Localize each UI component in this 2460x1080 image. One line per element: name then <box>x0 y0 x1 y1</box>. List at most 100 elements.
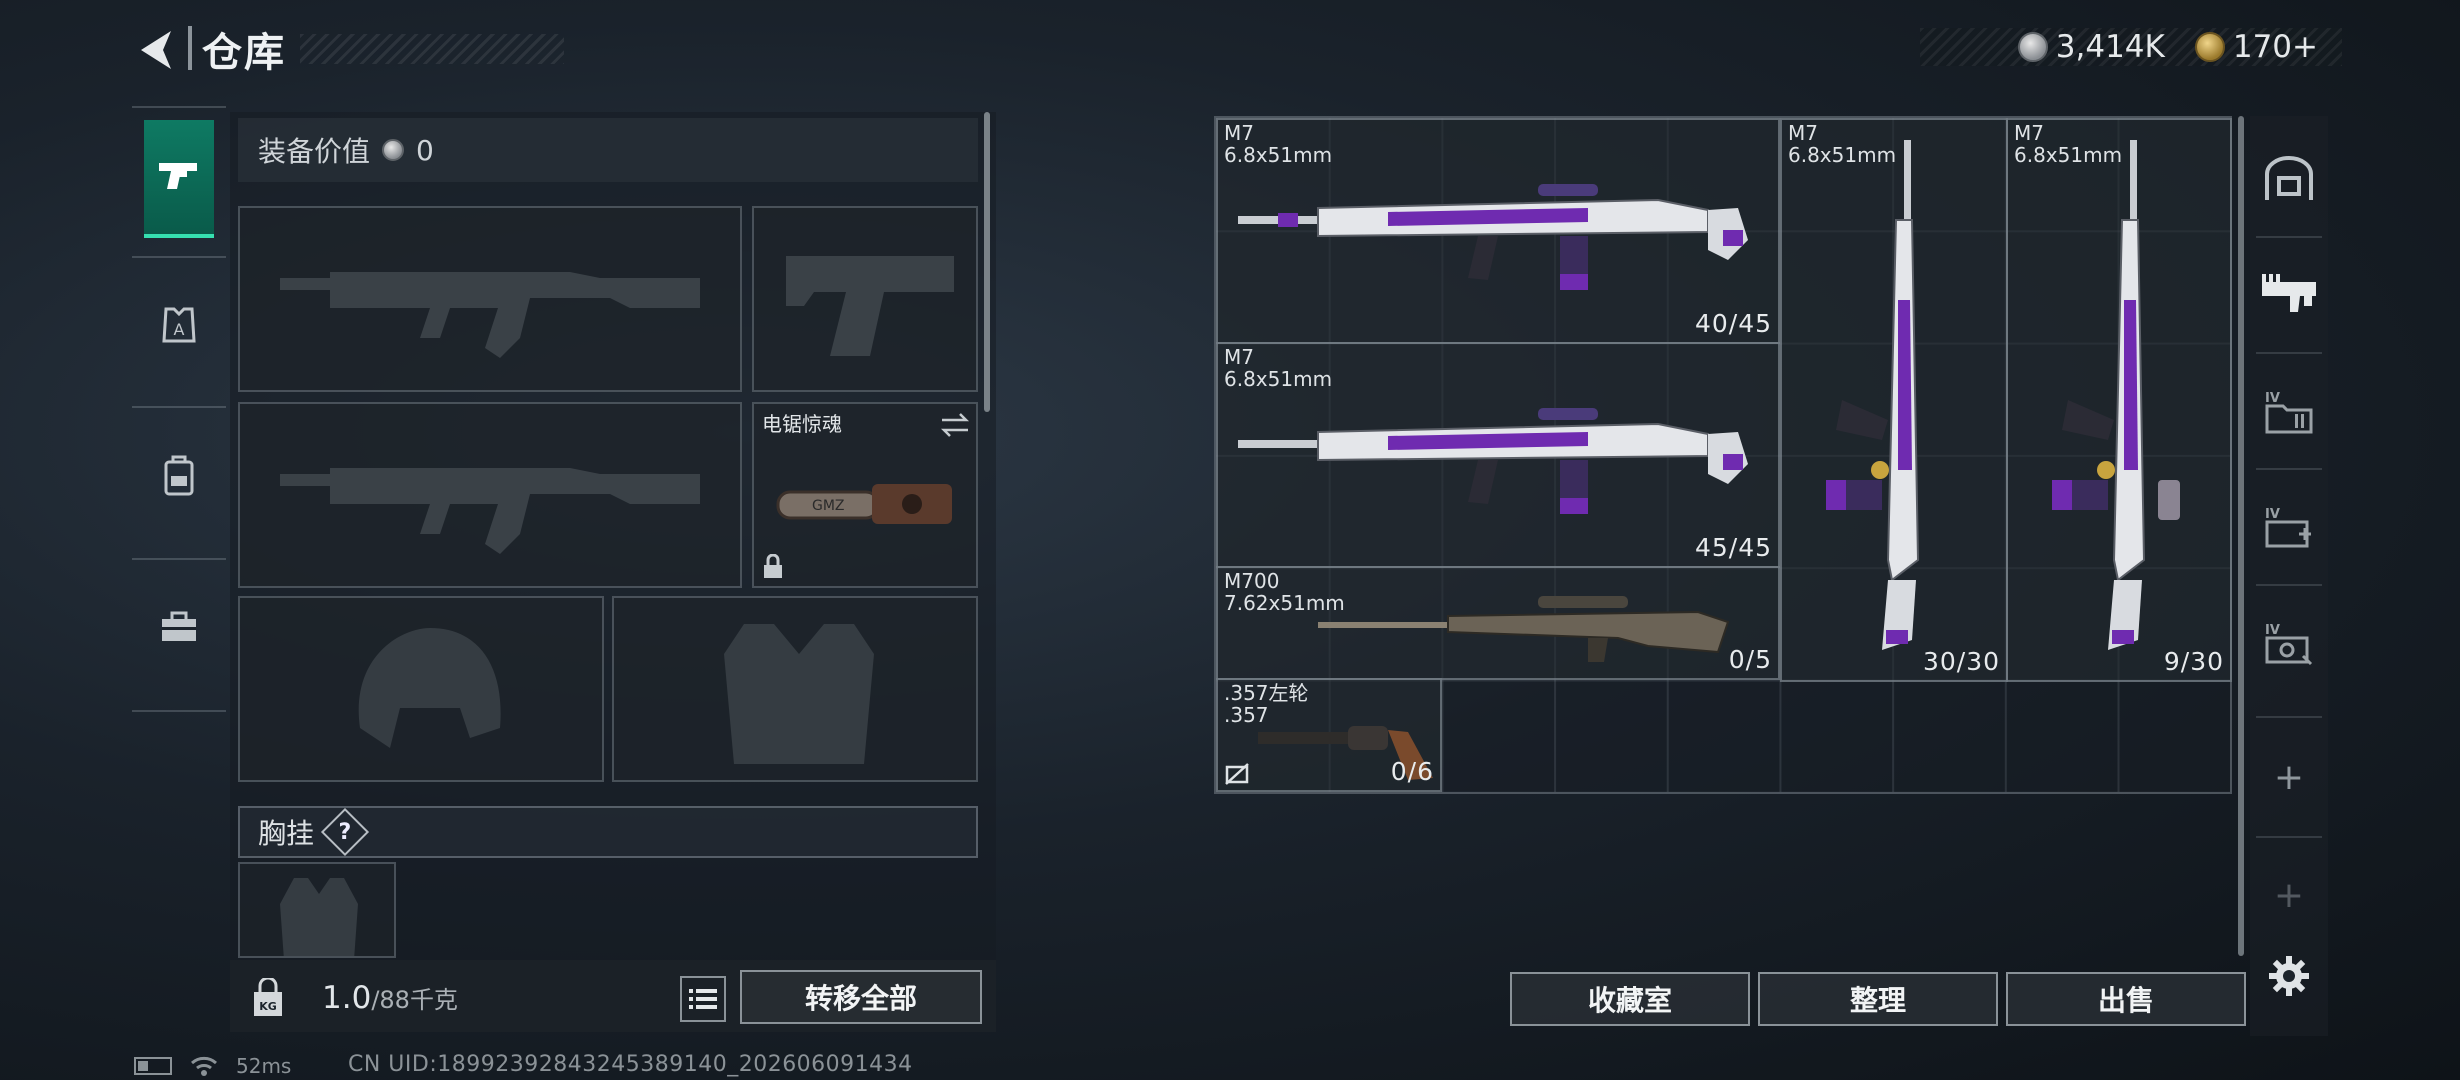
gold-currency[interactable]: 170+ <box>2194 29 2318 65</box>
rifle-silhouette-icon <box>280 272 700 358</box>
back-button[interactable] <box>128 22 184 78</box>
chest-rig-slot[interactable] <box>238 862 396 958</box>
item-name: M7 <box>1224 121 1254 145</box>
silver-amount: 3,414K <box>2055 29 2165 65</box>
wifi-icon <box>191 1056 217 1076</box>
backpack-icon <box>164 455 194 496</box>
ping-readout: 52ms <box>236 1054 292 1078</box>
swap-icon[interactable] <box>940 412 970 438</box>
storage-iv-folder-icon: IV <box>2265 391 2313 434</box>
svg-text:A: A <box>174 320 185 339</box>
chest-rig-silhouette-icon <box>280 878 358 956</box>
silver-coin-icon <box>382 139 405 161</box>
tab-storage-iv-3[interactable]: IV <box>2256 588 2322 698</box>
back-arrow-icon <box>141 31 171 69</box>
item-ammo: 45/45 <box>1694 533 1772 562</box>
armor-plate-icon: A <box>162 307 196 343</box>
tab-storage-cabinet[interactable] <box>2256 124 2322 234</box>
item-ammo: 0/6 <box>1390 757 1434 786</box>
battery-icon <box>134 1057 172 1075</box>
list-icon <box>689 989 717 1009</box>
sell-button[interactable]: 出售 <box>2006 972 2246 1026</box>
nav-divider <box>132 406 226 408</box>
user-uid: CN UID:18992392843245389140_202606091434 <box>348 1052 913 1077</box>
chainsaw-icon: GMZ <box>776 484 952 524</box>
page-title: 仓库 <box>202 30 286 76</box>
loadout-scrollbar[interactable] <box>984 112 990 412</box>
item-ammo: 30/30 <box>1922 647 2000 676</box>
plus-icon: + <box>2273 756 2305 798</box>
help-icon[interactable]: ? <box>320 807 370 857</box>
stash-item-m7-1[interactable]: M7 6.8x51mm 40/45 <box>1216 118 1780 344</box>
no-durability-icon <box>1225 763 1249 785</box>
tab-divider <box>2256 236 2322 238</box>
nav-tab-toolbox[interactable] <box>144 568 214 686</box>
weight-icon: KG <box>254 978 282 1016</box>
gold-coin-icon <box>2194 32 2225 62</box>
svg-text:IV: IV <box>2265 391 2280 406</box>
settings-button[interactable] <box>2256 946 2322 1006</box>
stash-item-m7-2[interactable]: M7 6.8x51mm 45/45 <box>1216 342 1780 568</box>
bolt-rifle-icon <box>1318 596 1730 662</box>
chest-rig-label: 胸挂 <box>258 817 315 850</box>
equipment-value-label: 装备价值 <box>258 135 371 168</box>
stash-item-m700[interactable]: M700 7.62x51mm 0/5 <box>1216 566 1780 680</box>
list-view-button[interactable] <box>680 976 726 1022</box>
stash-item-m7-3[interactable]: M7 6.8x51mm 30/30 <box>1780 118 2008 682</box>
tab-storage-iv-1[interactable]: IV <box>2256 356 2322 466</box>
weapon-stash-icon <box>2262 274 2316 312</box>
weight-readout: 1.0/88千克 <box>322 980 458 1016</box>
stash-item-revolver[interactable]: .357左轮 .357 0/6 <box>1216 678 1442 792</box>
tab-divider <box>2256 716 2322 718</box>
tab-divider <box>2256 836 2322 838</box>
title-stripe <box>300 34 564 64</box>
primary-weapon-slot-2[interactable] <box>238 402 742 588</box>
add-storage-tab-button[interactable]: + <box>2256 722 2322 832</box>
help-icon-label: ? <box>338 819 352 845</box>
equipment-value: 0 <box>416 133 434 167</box>
svg-text:IV: IV <box>2265 507 2280 522</box>
item-ammo: 0/5 <box>1728 645 1772 674</box>
sniper-rifle-icon <box>1238 408 1748 514</box>
melee-name: 电锯惊魂 <box>762 412 842 436</box>
rifle-silhouette-icon <box>280 468 700 554</box>
currency-bar: 3,414K 170+ <box>1920 28 2342 66</box>
equipment-value-header: 装备价值 0 <box>238 118 978 182</box>
organize-button[interactable]: 整理 <box>1758 972 1998 1026</box>
nav-tab-backpack[interactable] <box>144 416 214 534</box>
title-divider <box>188 26 192 70</box>
status-bar: 52ms <box>134 1054 291 1078</box>
cabinet-icon <box>2265 156 2313 200</box>
nav-divider <box>132 558 226 560</box>
weight-current: 1.0 <box>322 980 372 1016</box>
tab-weapon-stash[interactable] <box>2256 240 2322 350</box>
tab-storage-iv-2[interactable]: IV <box>2256 472 2322 582</box>
vest-silhouette-icon <box>724 624 874 764</box>
stash-scrollbar[interactable] <box>2238 116 2244 956</box>
tab-divider <box>2256 352 2322 354</box>
nav-divider <box>132 256 226 258</box>
nav-tab-armor[interactable]: A <box>144 266 214 384</box>
tab-divider <box>2256 584 2322 586</box>
pistol-silhouette-icon <box>786 256 954 356</box>
nav-tab-weapons[interactable] <box>144 120 214 238</box>
melee-slot[interactable]: 电锯惊魂 GMZ <box>752 402 978 588</box>
chest-rig-header: 胸挂 ? <box>238 806 978 858</box>
svg-text:KG: KG <box>259 1000 277 1013</box>
nav-divider <box>132 710 226 712</box>
item-ammo: 9/30 <box>2163 647 2224 676</box>
add-storage-tab-button-disabled[interactable]: + <box>2256 840 2322 950</box>
svg-text:IV: IV <box>2265 623 2280 638</box>
silver-currency[interactable]: 3,414K <box>2017 29 2165 65</box>
stash-item-m7-4[interactable]: M7 6.8x51mm 9/30 <box>2006 118 2232 682</box>
storage-iv-medkit-icon: IV <box>2265 507 2311 548</box>
body-armor-slot[interactable] <box>612 596 978 782</box>
helmet-silhouette-icon <box>358 628 501 748</box>
helmet-slot[interactable] <box>238 596 604 782</box>
transfer-all-button[interactable]: 转移全部 <box>740 970 982 1024</box>
sniper-rifle-icon <box>1238 184 1748 290</box>
item-ammo: 40/45 <box>1694 309 1772 338</box>
sidearm-slot[interactable] <box>752 206 978 392</box>
primary-weapon-slot-1[interactable] <box>238 206 742 392</box>
collection-room-button[interactable]: 收藏室 <box>1510 972 1750 1026</box>
